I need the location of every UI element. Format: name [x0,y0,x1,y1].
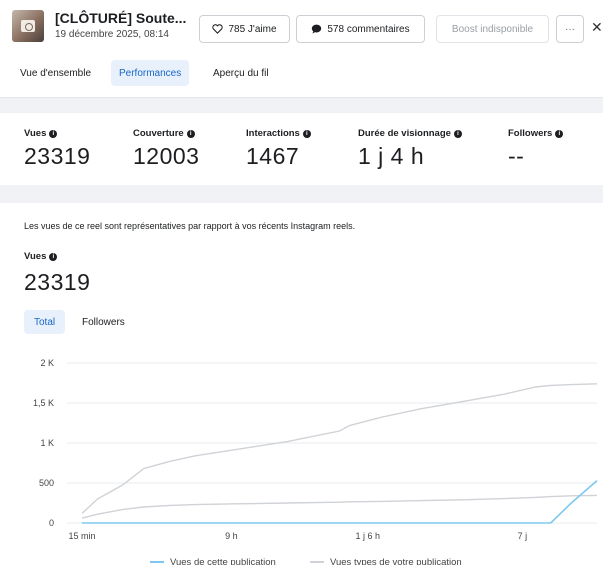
info-icon[interactable]: i [49,252,58,261]
comments-label: 578 commentaires [327,23,410,35]
views-total: 23319 [24,269,91,295]
metric-label: Interactions [246,128,300,139]
section-gap [0,185,603,203]
boost-button[interactable]: Boost indisponible [436,15,549,43]
x-tick-label: 9 h [225,531,238,541]
y-tick-label: 2 K [40,358,54,368]
info-icon[interactable]: i [49,129,58,138]
legend-swatch [310,561,324,563]
tab-overview[interactable]: Vue d'ensemble [12,60,99,86]
legend-item-this-post: Vues de cette publication [150,556,276,565]
segment-total[interactable]: Total [24,310,66,334]
post-header: [CLÔTURÉ] Soute... 19 décembre 2025, 08:… [0,0,603,50]
info-icon[interactable]: i [555,129,564,138]
comments-button[interactable]: 578 commentaires [296,15,425,43]
info-icon[interactable]: i [453,129,462,138]
comment-icon [312,24,322,34]
y-tick-label: 1 K [40,438,54,448]
y-tick-label: 0 [49,518,54,528]
y-tick-label: 500 [39,478,54,488]
views-description: Les vues de ce reel sont représentatives… [24,221,356,231]
heart-icon [212,24,224,34]
likes-button[interactable]: 785 J'aime [199,15,290,43]
metric-value: 12003 [133,143,200,169]
segment-followers[interactable]: Followers [72,310,135,334]
info-icon[interactable]: i [302,129,311,138]
metric-value: 1467 [246,143,300,169]
legend-swatch [150,561,164,563]
views-line-chart: 0 500 1 K 1,5 K 2 K 15 min 9 h 1 j 6 h 7 j [33,358,598,541]
legend-label: Vues de cette publication [170,556,276,565]
metric-value: 1 j 4 h [358,143,425,169]
info-icon[interactable]: i [186,129,195,138]
metric-label: Vues [24,128,47,139]
y-tick-label: 1,5 K [33,398,54,408]
likes-label: 785 J'aime [228,23,277,35]
series-line-2 [81,494,598,519]
x-tick-label: 1 j 6 h [356,531,381,541]
views-label-row: Vues i [24,251,58,262]
post-thumbnail [12,10,44,42]
section-gap [0,98,603,113]
legend-item-typical: Vues types de votre publication [310,556,462,565]
metric-label: Durée de visionnage [358,128,451,139]
x-tick-label: 7 j [518,531,528,541]
post-date: 19 décembre 2025, 08:14 [55,29,169,40]
x-tick-label: 15 min [68,531,95,541]
tab-bar: Vue d'ensemble Performances Aperçu du fi… [0,58,603,88]
metric-value: 23319 [24,143,91,169]
tab-feed-preview[interactable]: Aperçu du fil [205,60,277,86]
close-icon[interactable]: ✕ [591,19,603,36]
views-label: Vues [24,251,47,262]
metric-value: -- [508,143,525,169]
metric-label: Couverture [133,128,184,139]
metric-label: Followers [508,128,553,139]
more-options-button[interactable]: ··· [556,15,584,43]
legend-label: Vues types de votre publication [330,556,462,565]
metric-followers: Followers i -- [508,128,564,170]
post-title: [CLÔTURÉ] Soute... [55,10,187,26]
metric-watch-time: Durée de visionnage i 1 j 4 h [358,128,462,170]
metric-reach: Couverture i 12003 [133,128,199,170]
metric-interactions: Interactions i 1467 [246,128,311,170]
tab-performance[interactable]: Performances [111,60,190,86]
metric-views: Vues i 23319 [24,128,90,170]
